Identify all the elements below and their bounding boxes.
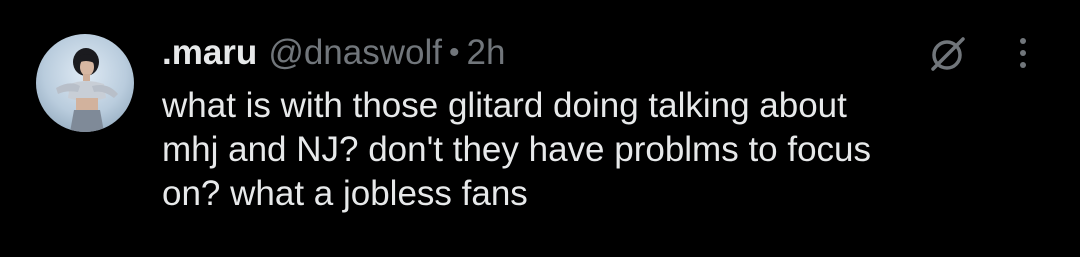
avatar-image — [36, 34, 134, 132]
display-name[interactable]: .maru — [162, 33, 257, 73]
grok-icon[interactable] — [926, 32, 970, 76]
tweet-card[interactable]: .maru @dnaswolf • 2h what is with those … — [0, 0, 1080, 257]
tweet-header: .maru @dnaswolf • 2h — [162, 28, 505, 78]
separator-dot: • — [448, 36, 460, 69]
avatar[interactable] — [36, 34, 134, 132]
more-vertical-icon[interactable] — [1010, 33, 1036, 73]
tweet-text: what is with those glitard doing talking… — [162, 86, 872, 213]
timestamp[interactable]: 2h — [467, 33, 506, 73]
user-handle[interactable]: @dnaswolf — [268, 33, 442, 73]
